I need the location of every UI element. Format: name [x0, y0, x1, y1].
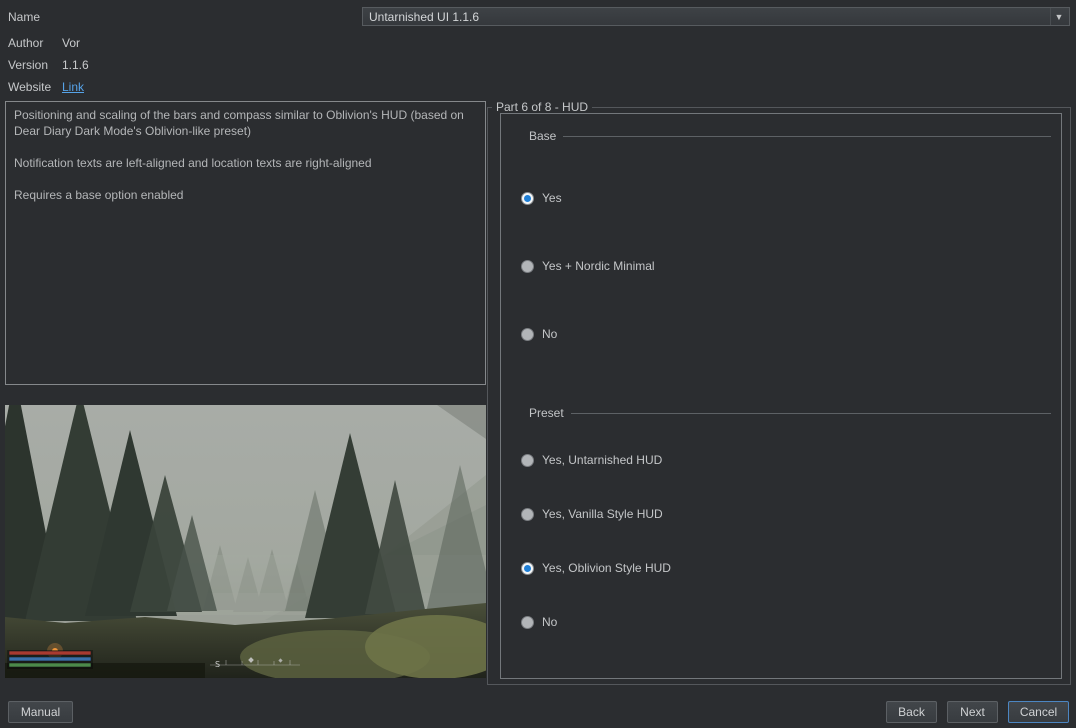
cancel-button[interactable]: Cancel	[1008, 701, 1069, 723]
step-groupbox: Part 6 of 8 - HUD Base Yes Yes + Nordic …	[487, 100, 1071, 685]
stamina-bar	[8, 662, 92, 668]
fomod-installer-window: Name Author Vor Version 1.1.6 Website Li…	[0, 0, 1076, 728]
description-paragraph: Requires a base option enabled	[14, 188, 184, 202]
radio-icon[interactable]	[521, 561, 534, 575]
radio-option-preset-vanilla[interactable]: Yes, Vanilla Style HUD	[521, 506, 663, 522]
author-value: Vor	[62, 36, 81, 50]
step-title: Part 6 of 8 - HUD	[492, 100, 593, 114]
radio-option-preset-no[interactable]: No	[521, 614, 557, 630]
option-description: Positioning and scaling of the bars and …	[5, 101, 486, 385]
group-header-base: Base	[529, 128, 1051, 144]
description-paragraph: Notification texts are left-aligned and …	[14, 156, 372, 170]
radio-label: Yes	[542, 191, 562, 205]
mod-name-dropdown-value: Untarnished UI 1.1.6	[369, 9, 480, 24]
back-button[interactable]: Back	[886, 701, 937, 723]
svg-text:S: S	[215, 660, 220, 669]
mod-preview-image[interactable]: S	[5, 405, 486, 678]
health-bar	[8, 650, 92, 656]
radio-option-base-nordic[interactable]: Yes + Nordic Minimal	[521, 258, 655, 274]
radio-label: Yes + Nordic Minimal	[542, 259, 655, 273]
group-label: Preset	[529, 406, 564, 420]
radio-label: Yes, Oblivion Style HUD	[542, 561, 671, 575]
radio-icon[interactable]	[521, 259, 534, 273]
manual-button[interactable]: Manual	[8, 701, 73, 723]
radio-icon[interactable]	[521, 327, 534, 341]
radio-icon[interactable]	[521, 615, 534, 629]
magicka-bar	[8, 656, 92, 662]
radio-option-base-yes[interactable]: Yes	[521, 190, 562, 206]
hud-status-bars	[7, 650, 93, 669]
name-label: Name	[8, 10, 41, 24]
next-button[interactable]: Next	[947, 701, 998, 723]
group-divider	[563, 135, 1051, 137]
radio-option-preset-oblivion[interactable]: Yes, Oblivion Style HUD	[521, 560, 671, 576]
author-label: Author	[8, 36, 44, 50]
version-value: 1.1.6	[62, 58, 89, 72]
group-label: Base	[529, 129, 557, 143]
radio-label: No	[542, 327, 558, 341]
website-label: Website	[8, 80, 52, 94]
group-divider	[570, 412, 1051, 414]
website-link[interactable]: Link	[62, 80, 84, 94]
radio-option-base-no[interactable]: No	[521, 326, 557, 342]
radio-icon[interactable]	[521, 453, 534, 467]
radio-label: No	[542, 615, 558, 629]
options-panel: Base Yes Yes + Nordic Minimal No Preset	[500, 113, 1062, 679]
mod-name-dropdown[interactable]: Untarnished UI 1.1.6 ▼	[362, 7, 1070, 26]
radio-label: Yes, Vanilla Style HUD	[542, 507, 663, 521]
chevron-down-icon[interactable]: ▼	[1050, 8, 1067, 25]
forest-scene: S	[5, 405, 486, 678]
version-label: Version	[8, 58, 49, 72]
radio-label: Yes, Untarnished HUD	[542, 453, 663, 467]
radio-icon[interactable]	[521, 507, 534, 521]
radio-icon[interactable]	[521, 191, 534, 205]
group-header-preset: Preset	[529, 405, 1051, 421]
description-paragraph: Positioning and scaling of the bars and …	[14, 108, 464, 138]
radio-option-preset-untarnished[interactable]: Yes, Untarnished HUD	[521, 452, 662, 468]
